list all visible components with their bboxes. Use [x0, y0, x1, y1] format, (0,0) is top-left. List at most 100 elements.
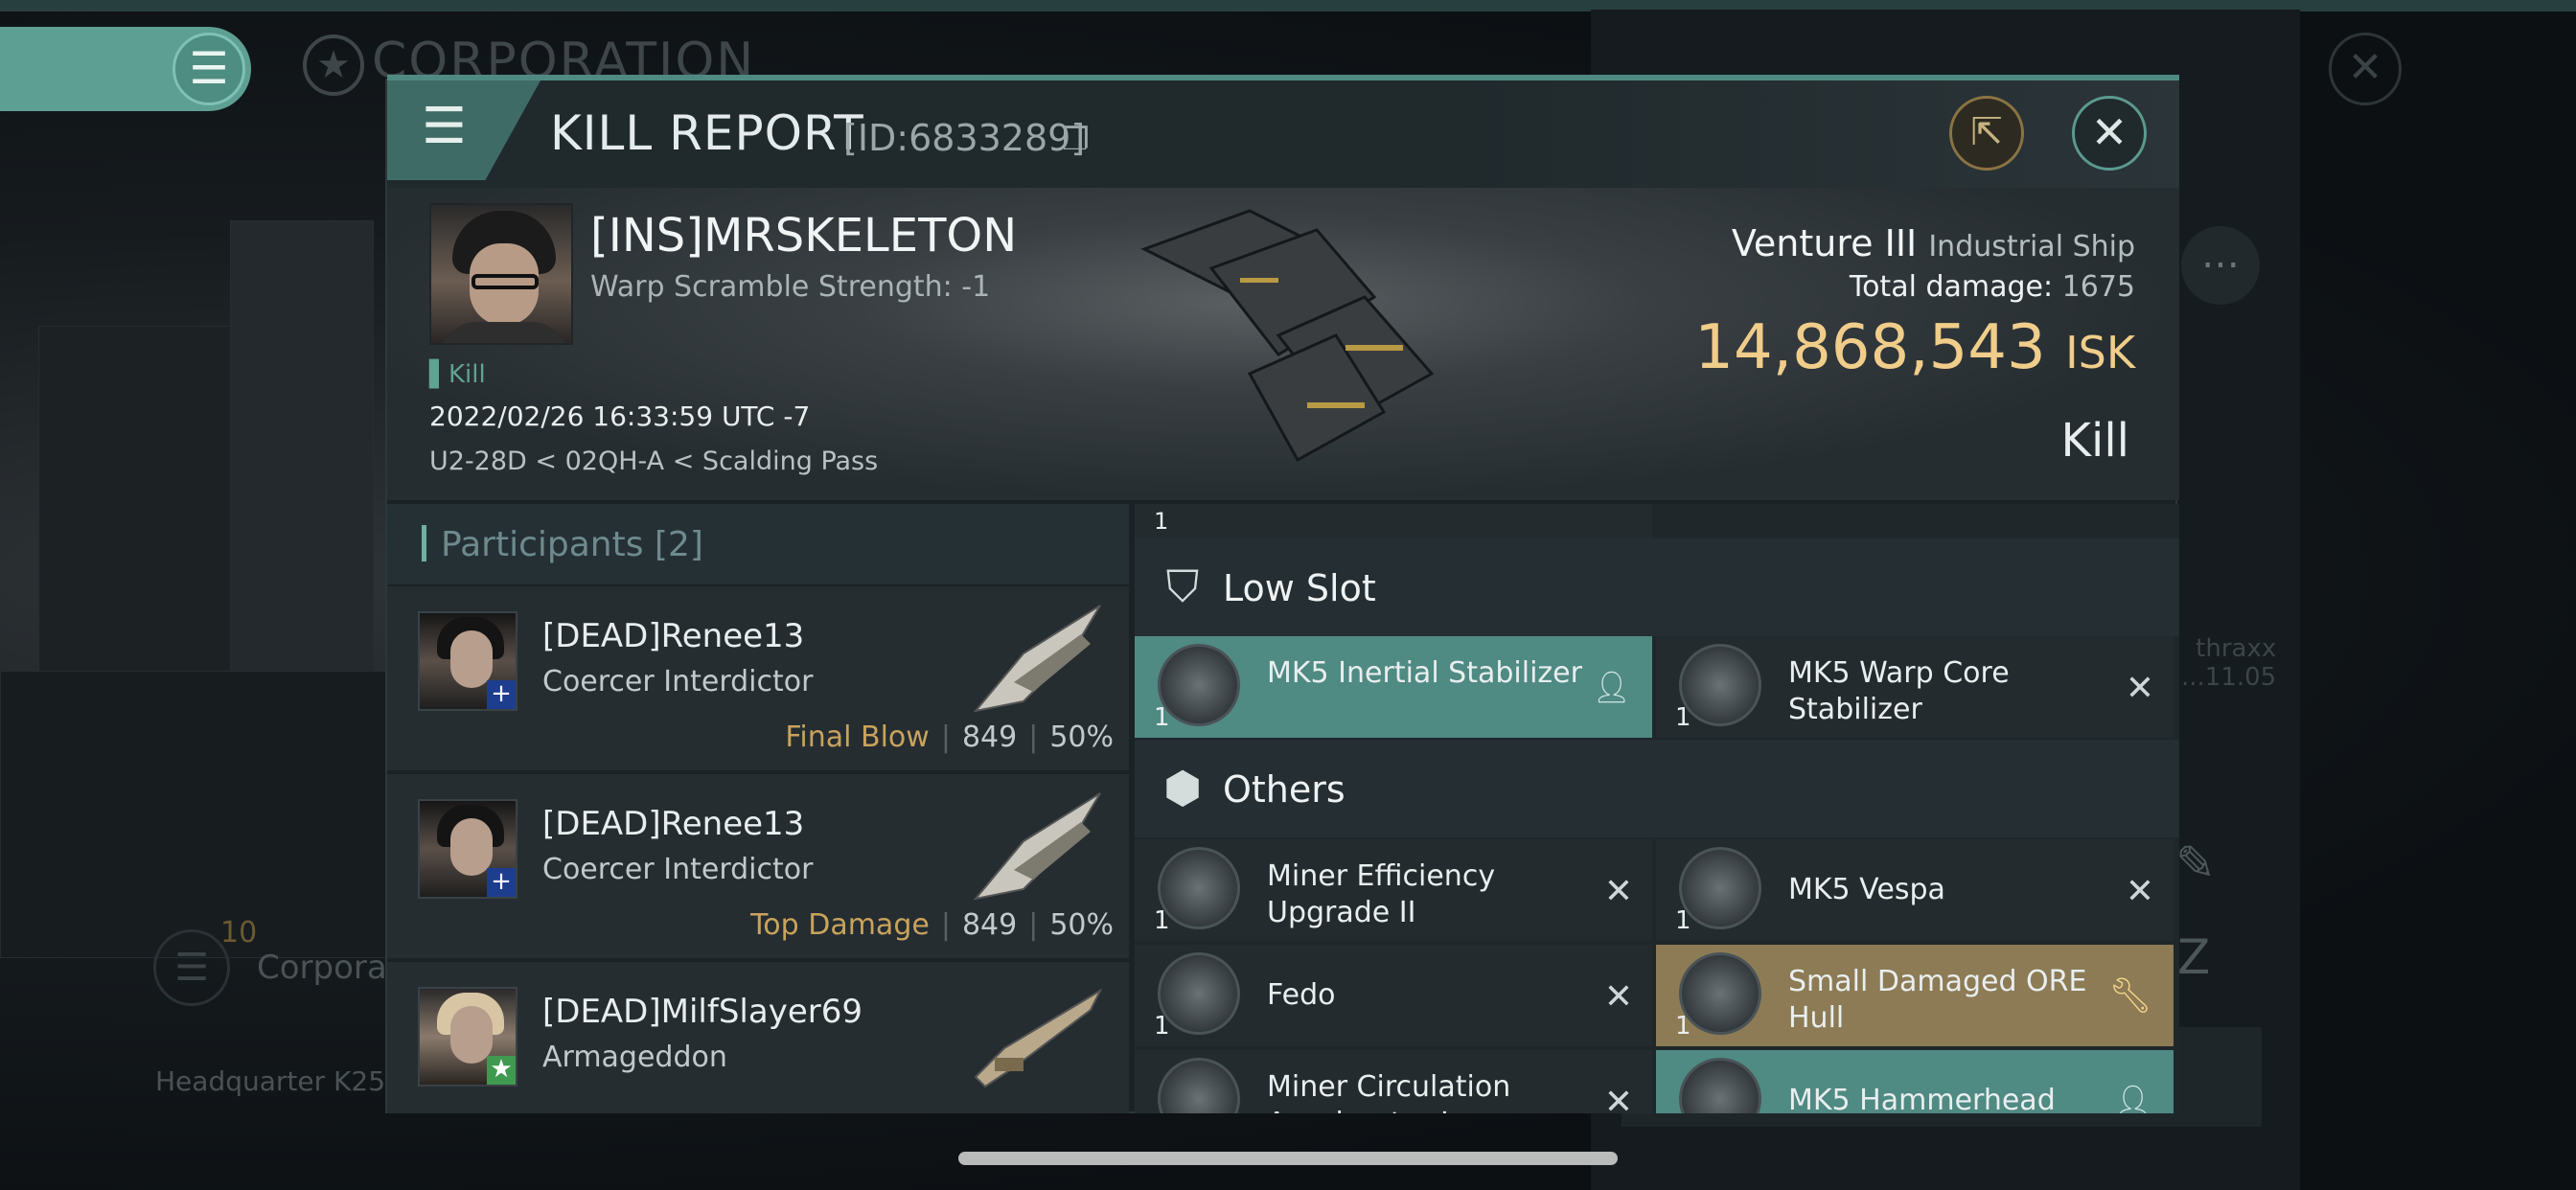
- kill-report-modal: ☰ KILL REPORT [ID:6833289] ❐ ⇱ ✕ [INS]MR…: [385, 75, 2179, 1113]
- damage-value: 1675: [2061, 270, 2135, 304]
- participant-row[interactable]: ★ [DEAD]MilfSlayer69 Armageddon: [387, 960, 1129, 1113]
- item-cell[interactable]: 1 MK5 Warp Core Stabilizer ✕: [1656, 636, 2174, 738]
- destroyed-x-icon: ✕: [2125, 872, 2154, 911]
- total-damage: Total damage: 1675: [1850, 270, 2135, 304]
- isk-unit: ISK: [2065, 327, 2135, 378]
- item-name: Small Damaged ORE Hull: [1788, 965, 2087, 1035]
- item-cell[interactable]: 1 Fedo ✕: [1135, 945, 1652, 1046]
- participant-ship: Coercer Interdictor: [542, 665, 814, 698]
- item-name: MK5 Warp Core Stabilizer: [1788, 656, 2010, 726]
- participant-row[interactable]: + [DEAD]Renee13 Coercer Interdictor Top …: [387, 772, 1129, 958]
- top-damage-label: Top Damage: [750, 908, 930, 942]
- coercer-ship-icon: [973, 792, 1101, 901]
- kill-result: Kill: [2060, 414, 2129, 468]
- more-options-icon[interactable]: …: [2181, 226, 2260, 305]
- isk-amount: 14,868,543: [1694, 312, 2046, 383]
- destroyed-x-icon: ✕: [1603, 872, 1633, 911]
- participant-percent: 50%: [1049, 908, 1114, 942]
- participant-damage: 849: [961, 908, 1018, 942]
- victim-name[interactable]: [INS]MRSKELETON: [590, 209, 1017, 263]
- participant-row[interactable]: + [DEAD]Renee13 Coercer Interdictor Fina…: [387, 584, 1129, 770]
- drone-icon: [1679, 1058, 1761, 1113]
- participant-damage: 849: [961, 721, 1018, 754]
- final-blow-label: Final Blow: [785, 721, 930, 754]
- wrench-icon: 🔧︎: [2108, 976, 2152, 1016]
- star-icon: ★: [303, 34, 364, 96]
- corporation-menu-icon[interactable]: ☰: [153, 929, 230, 1006]
- participants-header: Participants [2]: [387, 504, 1129, 584]
- item-cell[interactable]: 1 Miner Circulation Accelerator I ✕: [1135, 1050, 1652, 1113]
- plus-badge-icon: +: [487, 868, 516, 897]
- edit-icon[interactable]: ✎: [2175, 835, 2216, 891]
- participants-panel: Participants [2] + [DEAD]Renee13 Coercer…: [387, 504, 1129, 1113]
- participant-avatar[interactable]: +: [418, 611, 518, 711]
- item-name: MK5 Hammerhead: [1788, 1084, 2056, 1113]
- victim-ship[interactable]: Venture III Industrial Ship: [1732, 222, 2135, 264]
- isk-value: 14,868,543 ISK: [1694, 312, 2135, 383]
- victim-ship-image: [1140, 209, 1435, 463]
- item-cell[interactable]: 1 Miner Efficiency Upgrade II ✕: [1135, 839, 1652, 941]
- participant-name: [DEAD]Renee13: [542, 805, 805, 843]
- warp-scramble-strength: Warp Scramble Strength: -1: [590, 270, 991, 304]
- section-low-slot: ⛉ Low Slot: [1135, 538, 2179, 636]
- hamburger-icon[interactable]: ☰: [172, 33, 245, 105]
- headquarter-label: Headquarter K25: [155, 1065, 386, 1097]
- item-name: Miner Circulation Accelerator I: [1267, 1070, 1511, 1113]
- person-icon: 👤︎: [1592, 669, 1631, 705]
- modal-menu-icon[interactable]: ☰: [387, 80, 540, 180]
- share-icon[interactable]: ⇱: [1949, 96, 2024, 171]
- victim-panel: [INS]MRSKELETON Warp Scramble Strength: …: [387, 188, 2179, 500]
- drone-icon: [1679, 847, 1761, 929]
- item-cell[interactable]: 1 MK5 Vespa ✕: [1656, 839, 2174, 941]
- item-qty: 1: [1154, 508, 1169, 535]
- item-qty: 1: [1154, 703, 1170, 732]
- item-qty: 1: [1154, 1012, 1170, 1041]
- modal-title: KILL REPORT: [550, 105, 864, 161]
- participant-name: [DEAD]Renee13: [542, 617, 805, 655]
- plus-badge-icon: +: [487, 680, 516, 709]
- ship-name: Venture III: [1731, 222, 1918, 264]
- warp-core-stabilizer-icon: [1679, 644, 1761, 726]
- sleep-settings-icon[interactable]: Z: [2177, 929, 2210, 985]
- corporation-label[interactable]: Corpora: [257, 949, 387, 987]
- item-qty: 1: [1154, 906, 1170, 935]
- inertial-stabilizer-icon: [1158, 644, 1240, 726]
- section-others: ⬢ Others: [1135, 740, 2179, 837]
- member-name: thraxx: [2196, 634, 2277, 663]
- circulation-accelerator-icon: [1158, 1058, 1240, 1113]
- background-member-info: thraxx ...11.05: [2181, 634, 2276, 692]
- fedo-icon: [1158, 952, 1240, 1035]
- kill-location[interactable]: U2-28D < 02QH-A < Scalding Pass: [429, 446, 878, 476]
- participant-avatar[interactable]: +: [418, 799, 518, 899]
- item-cell[interactable]: 1 MK5 Inertial Stabilizer 👤︎: [1135, 636, 1652, 738]
- station-structure: [0, 671, 402, 958]
- kill-tag-label: Kill: [448, 360, 486, 389]
- home-indicator[interactable]: [958, 1152, 1618, 1165]
- coercer-ship-icon: [973, 605, 1101, 713]
- background-close-icon[interactable]: ✕: [2329, 33, 2402, 105]
- participants-title: Participants [2]: [441, 525, 703, 564]
- participant-stats: Final Blow | 849 | 50%: [785, 721, 1114, 754]
- participant-avatar[interactable]: ★: [418, 987, 518, 1087]
- copy-icon[interactable]: ❐: [1062, 121, 1090, 157]
- victim-portrait[interactable]: [429, 203, 573, 345]
- cube-icon: ⬢: [1162, 762, 1203, 813]
- armageddon-ship-icon: [974, 988, 1103, 1088]
- item-cell[interactable]: 1 MK5 Hammerhead 👤︎: [1656, 1050, 2174, 1113]
- ship-class: Industrial Ship: [1928, 230, 2135, 263]
- participant-ship: Armageddon: [542, 1041, 727, 1074]
- main-menu-tab[interactable]: ☰: [0, 27, 251, 111]
- ore-hull-icon: [1679, 952, 1761, 1035]
- item-cell-partial[interactable]: 1: [1135, 504, 1652, 538]
- item-name: MK5 Inertial Stabilizer: [1267, 656, 1582, 690]
- section-title: Low Slot: [1223, 567, 1376, 609]
- destroyed-x-icon: ✕: [1603, 977, 1633, 1017]
- person-icon: 👤︎: [2113, 1083, 2152, 1113]
- destroyed-x-icon: ✕: [2125, 669, 2154, 708]
- modal-header: ☰ KILL REPORT [ID:6833289] ❐ ⇱ ✕: [387, 80, 2179, 188]
- damage-label: Total damage:: [1849, 270, 2054, 304]
- close-icon[interactable]: ✕: [2072, 96, 2147, 171]
- item-cell[interactable]: 1 Small Damaged ORE Hull 🔧︎: [1656, 945, 2174, 1046]
- item-name: MK5 Vespa: [1788, 873, 1945, 906]
- participant-name: [DEAD]MilfSlayer69: [542, 993, 862, 1031]
